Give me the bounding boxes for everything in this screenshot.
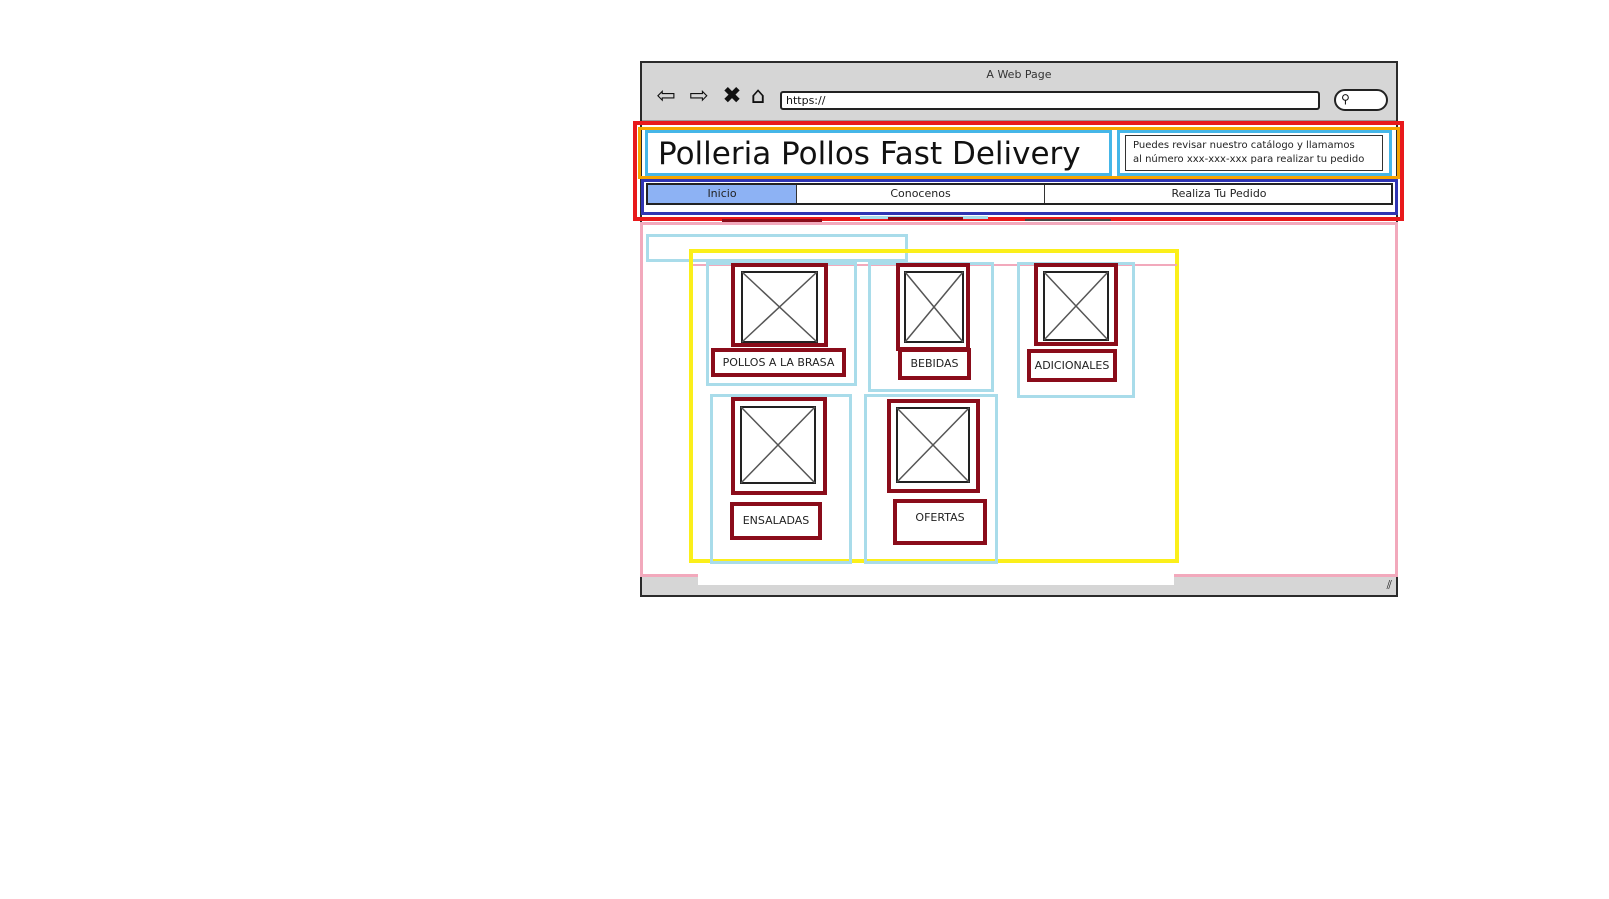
product-label[interactable]: ADICIONALES [1027, 349, 1117, 382]
nav-tabs: Inicio Conocenos Realiza Tu Pedido [646, 183, 1393, 205]
product-image[interactable] [887, 399, 980, 493]
tab-inicio[interactable]: Inicio [648, 185, 797, 203]
page-title: Polleria Pollos Fast Delivery [645, 130, 1112, 176]
search-button[interactable]: ⚲ [1334, 89, 1388, 111]
product-label[interactable]: ENSALADAS [730, 502, 822, 540]
image-placeholder-icon [740, 406, 816, 484]
back-arrow-icon[interactable]: ⇦ [652, 82, 680, 110]
image-placeholder-icon [904, 271, 964, 343]
url-bar[interactable]: https:// [780, 91, 1320, 110]
forward-arrow-icon[interactable]: ⇨ [685, 82, 713, 110]
product-label[interactable]: OFERTAS [893, 499, 987, 545]
product-label[interactable]: BEBIDAS [898, 348, 971, 380]
tab-conocenos[interactable]: Conocenos [797, 185, 1045, 203]
product-label[interactable]: POLLOS A LA BRASA [711, 348, 846, 377]
divider [888, 217, 963, 220]
info-text: Puedes revisar nuestro catálogo y llamam… [1125, 135, 1383, 171]
image-placeholder-icon [896, 407, 970, 483]
content-footer-gap [698, 569, 1174, 585]
image-placeholder-icon [741, 271, 818, 343]
search-icon: ⚲ [1341, 92, 1350, 106]
stop-x-icon[interactable]: ✖ [718, 82, 746, 110]
info-line-2: al número xxx-xxx-xxx para realizar tu p… [1133, 154, 1365, 165]
image-placeholder-icon [1043, 271, 1109, 341]
info-line-1: Puedes revisar nuestro catálogo y llamam… [1133, 140, 1355, 151]
home-icon[interactable]: ⌂ [744, 82, 772, 110]
browser-toolbar: A Web Page ⇦ ⇨ ✖ ⌂ https:// ⚲ [642, 63, 1396, 121]
window-title: A Web Page [986, 68, 1052, 81]
product-image[interactable] [1034, 263, 1118, 346]
divider [722, 219, 822, 222]
tab-realiza-tu-pedido[interactable]: Realiza Tu Pedido [1045, 185, 1393, 203]
resize-grip-icon[interactable]: ⫽ [1387, 578, 1392, 593]
product-image[interactable] [896, 263, 970, 351]
divider [1025, 219, 1111, 221]
product-image[interactable] [731, 397, 827, 495]
product-image[interactable] [731, 263, 828, 347]
